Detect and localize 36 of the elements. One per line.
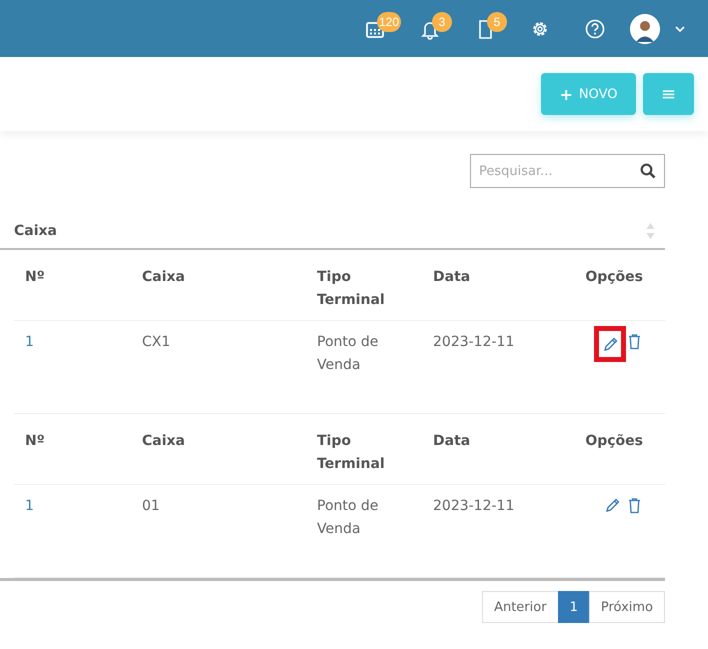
menu-button[interactable]: ≡	[643, 73, 694, 115]
avatar-icon[interactable]	[630, 14, 660, 44]
count-badge: 5	[487, 12, 507, 32]
page-button[interactable]: Próximo	[588, 591, 665, 623]
column-header: Data	[433, 268, 472, 287]
column-header: Tipo Terminal	[317, 432, 386, 474]
calendar-button[interactable]: 120	[347, 8, 402, 48]
count-badge: 120	[377, 12, 402, 32]
bell-button[interactable]: 3	[402, 8, 457, 48]
table-cell-text: Ponto de Venda	[317, 497, 380, 539]
table-cell-text: Ponto de Venda	[317, 333, 380, 375]
table-cell-text: 1	[25, 497, 35, 516]
document-button[interactable]: 5	[457, 8, 512, 48]
table-cell-text: 2023-12-11	[433, 497, 516, 516]
page-button[interactable]: 1	[558, 591, 590, 623]
table-cell-text: 1	[25, 333, 35, 352]
column-header: Opções	[584, 432, 643, 451]
new-button[interactable]: + NOVO	[541, 73, 636, 115]
column-header: Caixa	[142, 432, 186, 451]
table-cell-text: CX1	[142, 333, 172, 352]
column-header: Tipo Terminal	[317, 268, 386, 310]
column-header: Nº	[25, 268, 46, 287]
pencil-icon	[602, 336, 618, 352]
column-header: Nº	[25, 432, 46, 451]
pencil-icon	[604, 496, 620, 514]
table-cell-text: 01	[142, 497, 161, 516]
column-header: Opções	[584, 268, 643, 287]
page-button[interactable]: Anterior	[482, 591, 559, 623]
help-icon	[584, 18, 606, 40]
column-header: Data	[433, 432, 472, 451]
column-header: Caixa	[142, 268, 186, 287]
table-title: Caixa	[14, 223, 57, 239]
search-field[interactable]: Pesquisar...	[470, 154, 665, 188]
count-badge: 3	[432, 12, 452, 32]
table-cell-text: 2023-12-11	[433, 333, 516, 352]
search-icon	[640, 163, 656, 179]
